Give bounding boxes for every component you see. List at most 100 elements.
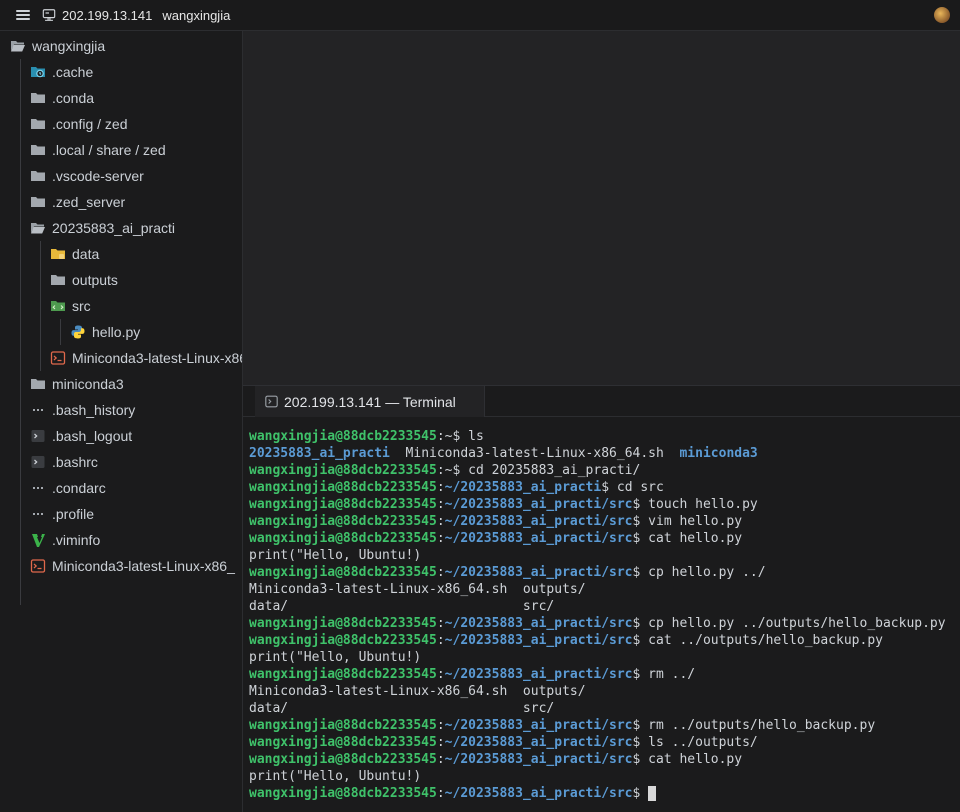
tree-item-label: 20235883_ai_practi — [52, 220, 175, 236]
project-panel: wangxingjia .cache .conda .config / zed .lo… — [0, 31, 243, 812]
prompt-path: ~/20235883_ai_practi/src — [444, 718, 633, 733]
prompt-user: wangxingjia@88dcb2233545 — [249, 463, 437, 478]
shell-script-icon — [30, 558, 46, 574]
tree-item[interactable]: .cache — [0, 59, 242, 85]
prompt-path: ~/20235883_ai_practi/src — [444, 565, 633, 580]
terminal-text: Miniconda3-latest-Linux-x86_64.sh output… — [249, 684, 586, 699]
tree-item[interactable]: .conda — [0, 85, 242, 111]
tree-item[interactable]: .zed_server — [0, 189, 242, 215]
terminal-line: data/ src/ — [249, 700, 946, 717]
tree-item[interactable]: data — [0, 241, 242, 267]
terminal-panel[interactable]: wangxingjia@88dcb2233545 :~$ ls 20235883_a… — [243, 417, 960, 812]
tree-item[interactable]: .bashrc — [0, 449, 242, 475]
tree-item[interactable]: 20235883_ai_practi — [0, 215, 242, 241]
terminal-text: miniconda3 — [679, 446, 758, 461]
terminal-line: wangxingjia@88dcb2233545:~/20235883_ai_p… — [249, 632, 946, 649]
tree-item[interactable]: hello.py — [0, 319, 242, 345]
python-icon — [70, 324, 86, 340]
terminal-line: print("Hello, Ubuntu!) — [249, 649, 946, 666]
terminal-text: :~$ ls — [436, 429, 484, 444]
remote-user-label[interactable]: wangxingjia — [162, 8, 230, 23]
config-file-icon — [30, 480, 46, 496]
remote-host-label[interactable]: 202.199.13.141 — [62, 8, 152, 23]
folder-icon — [30, 142, 46, 158]
terminal-text: $ cat ../outputs/hello_backup.py — [632, 633, 883, 648]
tree-item[interactable]: outputs — [0, 267, 242, 293]
src-folder-icon — [50, 298, 66, 314]
prompt-user: wangxingjia@88dcb2233545 — [249, 786, 437, 801]
tree-item-label: Miniconda3-latest-Linux-x86_ — [52, 558, 235, 574]
tree-item[interactable]: .config / zed — [0, 111, 242, 137]
folder-icon — [50, 272, 66, 288]
tree-item[interactable]: .bash_logout — [0, 423, 242, 449]
prompt-path: ~/20235883_ai_practi/src — [444, 633, 633, 648]
terminal-line: wangxingjia@88dcb2233545:~/20235883_ai_p… — [249, 479, 946, 496]
prompt-path: ~/20235883_ai_practi/src — [444, 497, 633, 512]
tree-item-label: hello.py — [92, 324, 141, 340]
tree-item-label: .bash_logout — [52, 428, 133, 444]
prompt-path: ~/20235883_ai_practi/src — [444, 616, 633, 631]
terminal-output: wangxingjia@88dcb2233545 :~$ ls 20235883_a… — [249, 428, 946, 802]
vim-icon — [30, 532, 46, 548]
tree-item[interactable]: .local / share / zed — [0, 137, 242, 163]
terminal-tab-bar: 202.199.13.141 — Terminal — [243, 386, 960, 417]
terminal-text: : — [436, 616, 445, 631]
terminal-text: : — [436, 514, 445, 529]
terminal-text: data/ src/ — [249, 599, 555, 614]
tree-item-label: .zed_server — [52, 194, 126, 210]
tree-item-label: .profile — [52, 506, 95, 522]
tree-item-label: .vscode-server — [52, 168, 144, 184]
prompt-user: wangxingjia@88dcb2233545 — [249, 718, 437, 733]
terminal-text: Miniconda3-latest-Linux-x86_64.sh output… — [249, 582, 586, 597]
tree-root-folder[interactable]: wangxingjia — [0, 33, 242, 59]
config-file-icon — [30, 506, 46, 522]
tree-item[interactable]: src — [0, 293, 242, 319]
terminal-text: print("Hello, Ubuntu!) — [249, 548, 422, 563]
prompt-user: wangxingjia@88dcb2233545 — [249, 497, 437, 512]
tree-item[interactable]: miniconda3 — [0, 371, 242, 397]
tree-item[interactable]: .viminfo — [0, 527, 242, 553]
terminal-text: : — [436, 718, 445, 733]
terminal-line: wangxingjia@88dcb2233545:~$ cd 20235883_… — [249, 462, 946, 479]
terminal-text: print("Hello, Ubuntu!) — [249, 769, 422, 784]
tree-item[interactable]: .condarc — [0, 475, 242, 501]
terminal-text: $ ls ../outputs/ — [632, 735, 758, 750]
data-folder-icon — [50, 246, 66, 262]
terminal-file-icon — [30, 428, 46, 444]
terminal-text: $ rm ../ — [632, 667, 696, 682]
terminal-line: print("Hello, Ubuntu!) — [249, 547, 946, 564]
terminal-tab[interactable]: 202.199.13.141 — Terminal — [255, 386, 485, 417]
prompt-user: wangxingjia@88dcb2233545 — [249, 735, 437, 750]
terminal-line: wangxingjia@88dcb2233545:~/20235883_ai_p… — [249, 666, 946, 683]
terminal-line: wangxingjia@88dcb2233545:~/20235883_ai_p… — [249, 751, 946, 768]
terminal-text: $ cp hello.py ../outputs/hello_backup.py — [632, 616, 946, 631]
tree-item-label: .cache — [52, 64, 94, 80]
prompt-user: wangxingjia@88dcb2233545 — [249, 752, 437, 767]
tree-item-label: .conda — [52, 90, 95, 106]
tree-item[interactable]: .bash_history — [0, 397, 242, 423]
terminal-text: print("Hello, Ubuntu!) — [249, 650, 422, 665]
terminal-line: wangxingjia@88dcb2233545:~/20235883_ai_p… — [249, 530, 946, 547]
user-avatar[interactable] — [934, 7, 950, 23]
history-file-icon — [30, 402, 46, 418]
terminal-file-icon — [30, 454, 46, 470]
editor-area[interactable] — [243, 31, 960, 385]
terminal-text: $ rm ../outputs/hello_backup.py — [632, 718, 876, 733]
tree-item-label: Miniconda3-latest-Linux-x86 — [72, 350, 243, 366]
hamburger-menu-icon[interactable] — [16, 8, 30, 22]
terminal-text: data/ src/ — [249, 701, 555, 716]
terminal-text: Miniconda3-latest-Linux-x86_64.sh — [389, 446, 680, 461]
remote-server-icon[interactable] — [42, 8, 56, 22]
tree-item[interactable]: .vscode-server — [0, 163, 242, 189]
prompt-user: wangxingjia@88dcb2233545 — [249, 565, 437, 580]
tree-item[interactable]: .profile — [0, 501, 242, 527]
shell-script-icon — [50, 350, 66, 366]
terminal-text: : — [436, 565, 445, 580]
folder-icon — [30, 168, 46, 184]
prompt-path: ~/20235883_ai_practi/src — [444, 667, 633, 682]
terminal-text: $ cat hello.py — [632, 531, 743, 546]
terminal-text: 20235883_ai_practi — [249, 446, 390, 461]
tree-item[interactable]: Miniconda3-latest-Linux-x86 — [0, 345, 243, 371]
tree-item[interactable]: Miniconda3-latest-Linux-x86_ — [0, 553, 242, 579]
terminal-text: : — [436, 752, 445, 767]
